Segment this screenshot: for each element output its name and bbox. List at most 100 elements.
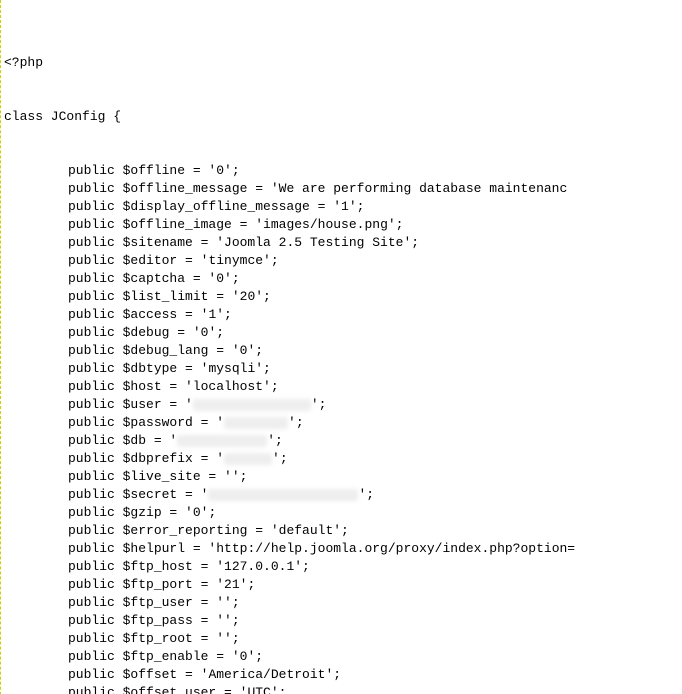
- code-line: public $ftp_host = '127.0.0.1';: [4, 558, 682, 576]
- assignment-suffix: ';: [224, 163, 240, 178]
- assignment-prefix: public $host = ': [68, 379, 193, 394]
- assignment-prefix: public $display_offline_message = ': [68, 199, 341, 214]
- assignment-prefix: public $gzip = ': [68, 505, 193, 520]
- assignment-value: mysqli: [208, 361, 255, 376]
- code-line: public $dbtype = 'mysqli';: [4, 360, 682, 378]
- redacted-value: [224, 417, 288, 429]
- config-assignment: public $offline_image = 'images/house.pn…: [4, 216, 403, 234]
- code-line: public $debug = '0';: [4, 324, 682, 342]
- assignment-suffix: ';: [333, 523, 349, 538]
- assignment-suffix: ';: [403, 235, 419, 250]
- assignment-suffix: ';: [263, 253, 279, 268]
- code-editor: <?php class JConfig { public $offline = …: [0, 0, 682, 694]
- fold-margin: [0, 0, 1, 694]
- assignment-suffix: ';: [388, 217, 404, 232]
- config-assignment: public $offline = '0';: [4, 162, 240, 180]
- assignment-value: We are performing database maintenanc: [279, 181, 568, 196]
- assignment-value: localhost: [193, 379, 263, 394]
- code-line: public $db = ' ';: [4, 432, 682, 450]
- assignment-suffix: ';: [224, 595, 240, 610]
- assignment-prefix: public $debug_lang = ': [68, 343, 240, 358]
- code-line: public $secret = '';: [4, 486, 682, 504]
- assignment-prefix: public $offline = ': [68, 163, 216, 178]
- config-assignment: public $ftp_pass = '';: [4, 612, 240, 630]
- config-assignment: public $offset = 'America/Detroit';: [4, 666, 341, 684]
- assignment-value: 0: [193, 505, 201, 520]
- assignment-prefix: public $ftp_user = ': [68, 595, 224, 610]
- code-line: public $ftp_pass = '';: [4, 612, 682, 630]
- assignment-suffix: ';: [232, 469, 248, 484]
- config-assignment: public $helpurl = 'http://help.joomla.or…: [4, 540, 575, 558]
- class-declaration: class JConfig {: [4, 109, 121, 124]
- assignment-prefix: public $user = ': [68, 397, 193, 412]
- config-assignment: public $offline_message = 'We are perfor…: [4, 180, 567, 198]
- assignment-value: tinymce: [208, 253, 263, 268]
- assignment-prefix: public $offset_user = ': [68, 685, 247, 694]
- code-line: public $password = '';: [4, 414, 682, 432]
- config-assignment: public $ftp_enable = '0';: [4, 648, 263, 666]
- assignment-suffix: ';: [247, 343, 263, 358]
- assignment-suffix: ';: [272, 451, 288, 466]
- code-line: class JConfig {: [4, 108, 682, 126]
- assignment-suffix: ';: [325, 667, 341, 682]
- config-assignment: public $ftp_user = '';: [4, 594, 240, 612]
- assignment-value: 127.0.0.1: [224, 559, 294, 574]
- config-assignment: public $ftp_port = '21';: [4, 576, 255, 594]
- code-line: <?php: [4, 54, 682, 72]
- config-assignment: public $error_reporting = 'default';: [4, 522, 349, 540]
- assignment-suffix: ';: [255, 289, 271, 304]
- assignment-value: 1: [341, 199, 349, 214]
- code-line: public $ftp_port = '21';: [4, 576, 682, 594]
- assignment-suffix: ';: [349, 199, 365, 214]
- assignment-suffix: ';: [288, 415, 304, 430]
- assignment-value: http://help.joomla.org/proxy/index.php?o…: [216, 541, 575, 556]
- assignment-suffix: ';: [263, 379, 279, 394]
- assignment-value: America/Detroit: [208, 667, 325, 682]
- code-line: public $sitename = 'Joomla 2.5 Testing S…: [4, 234, 682, 252]
- assignment-suffix: ';: [224, 271, 240, 286]
- code-line: public $offset = 'America/Detroit';: [4, 666, 682, 684]
- assignment-value: default: [279, 523, 334, 538]
- assignment-prefix: public $editor = ': [68, 253, 208, 268]
- assignment-prefix: public $live_site = ': [68, 469, 232, 484]
- assignment-suffix: ';: [216, 307, 232, 322]
- code-line: public $offline = '0';: [4, 162, 682, 180]
- assignment-suffix: ';: [240, 577, 256, 592]
- code-body: public $offline = '0';public $offline_me…: [4, 162, 682, 694]
- config-assignment: public $list_limit = '20';: [4, 288, 271, 306]
- assignment-prefix: public $list_limit = ': [68, 289, 240, 304]
- code-line: public $gzip = '0';: [4, 504, 682, 522]
- assignment-suffix: ';: [224, 631, 240, 646]
- assignment-suffix: ';: [208, 325, 224, 340]
- config-assignment: public $user = ' ';: [4, 396, 326, 414]
- assignment-prefix: public $db = ': [68, 433, 177, 448]
- assignment-suffix: ';: [271, 685, 287, 694]
- assignment-suffix: ';: [311, 397, 327, 412]
- assignment-prefix: public $ftp_root = ': [68, 631, 224, 646]
- code-line: public $live_site = '';: [4, 468, 682, 486]
- config-assignment: public $ftp_root = '';: [4, 630, 240, 648]
- assignment-prefix: public $ftp_host = ': [68, 559, 224, 574]
- redacted-value: [208, 489, 358, 501]
- code-line: public $offline_message = 'We are perfor…: [4, 180, 682, 198]
- redacted-value: [193, 399, 311, 411]
- config-assignment: public $dbtype = 'mysqli';: [4, 360, 271, 378]
- code-line: public $captcha = '0';: [4, 270, 682, 288]
- redacted-value: [177, 435, 267, 447]
- code-line: public $helpurl = 'http://help.joomla.or…: [4, 540, 682, 558]
- code-line: public $editor = 'tinymce';: [4, 252, 682, 270]
- assignment-value: images/house.png: [263, 217, 388, 232]
- assignment-value: UTC: [247, 685, 270, 694]
- assignment-prefix: public $secret = ': [68, 487, 208, 502]
- assignment-value: 0: [216, 163, 224, 178]
- assignment-suffix: ';: [201, 505, 217, 520]
- config-assignment: public $gzip = '0';: [4, 504, 216, 522]
- config-assignment: public $editor = 'tinymce';: [4, 252, 279, 270]
- code-line: public $ftp_enable = '0';: [4, 648, 682, 666]
- assignment-suffix: ';: [267, 433, 283, 448]
- redacted-value: [224, 453, 272, 465]
- assignment-prefix: public $ftp_pass = ': [68, 613, 224, 628]
- assignment-suffix: ';: [247, 649, 263, 664]
- config-assignment: public $offset_user = 'UTC';: [4, 684, 286, 694]
- code-line: public $ftp_root = '';: [4, 630, 682, 648]
